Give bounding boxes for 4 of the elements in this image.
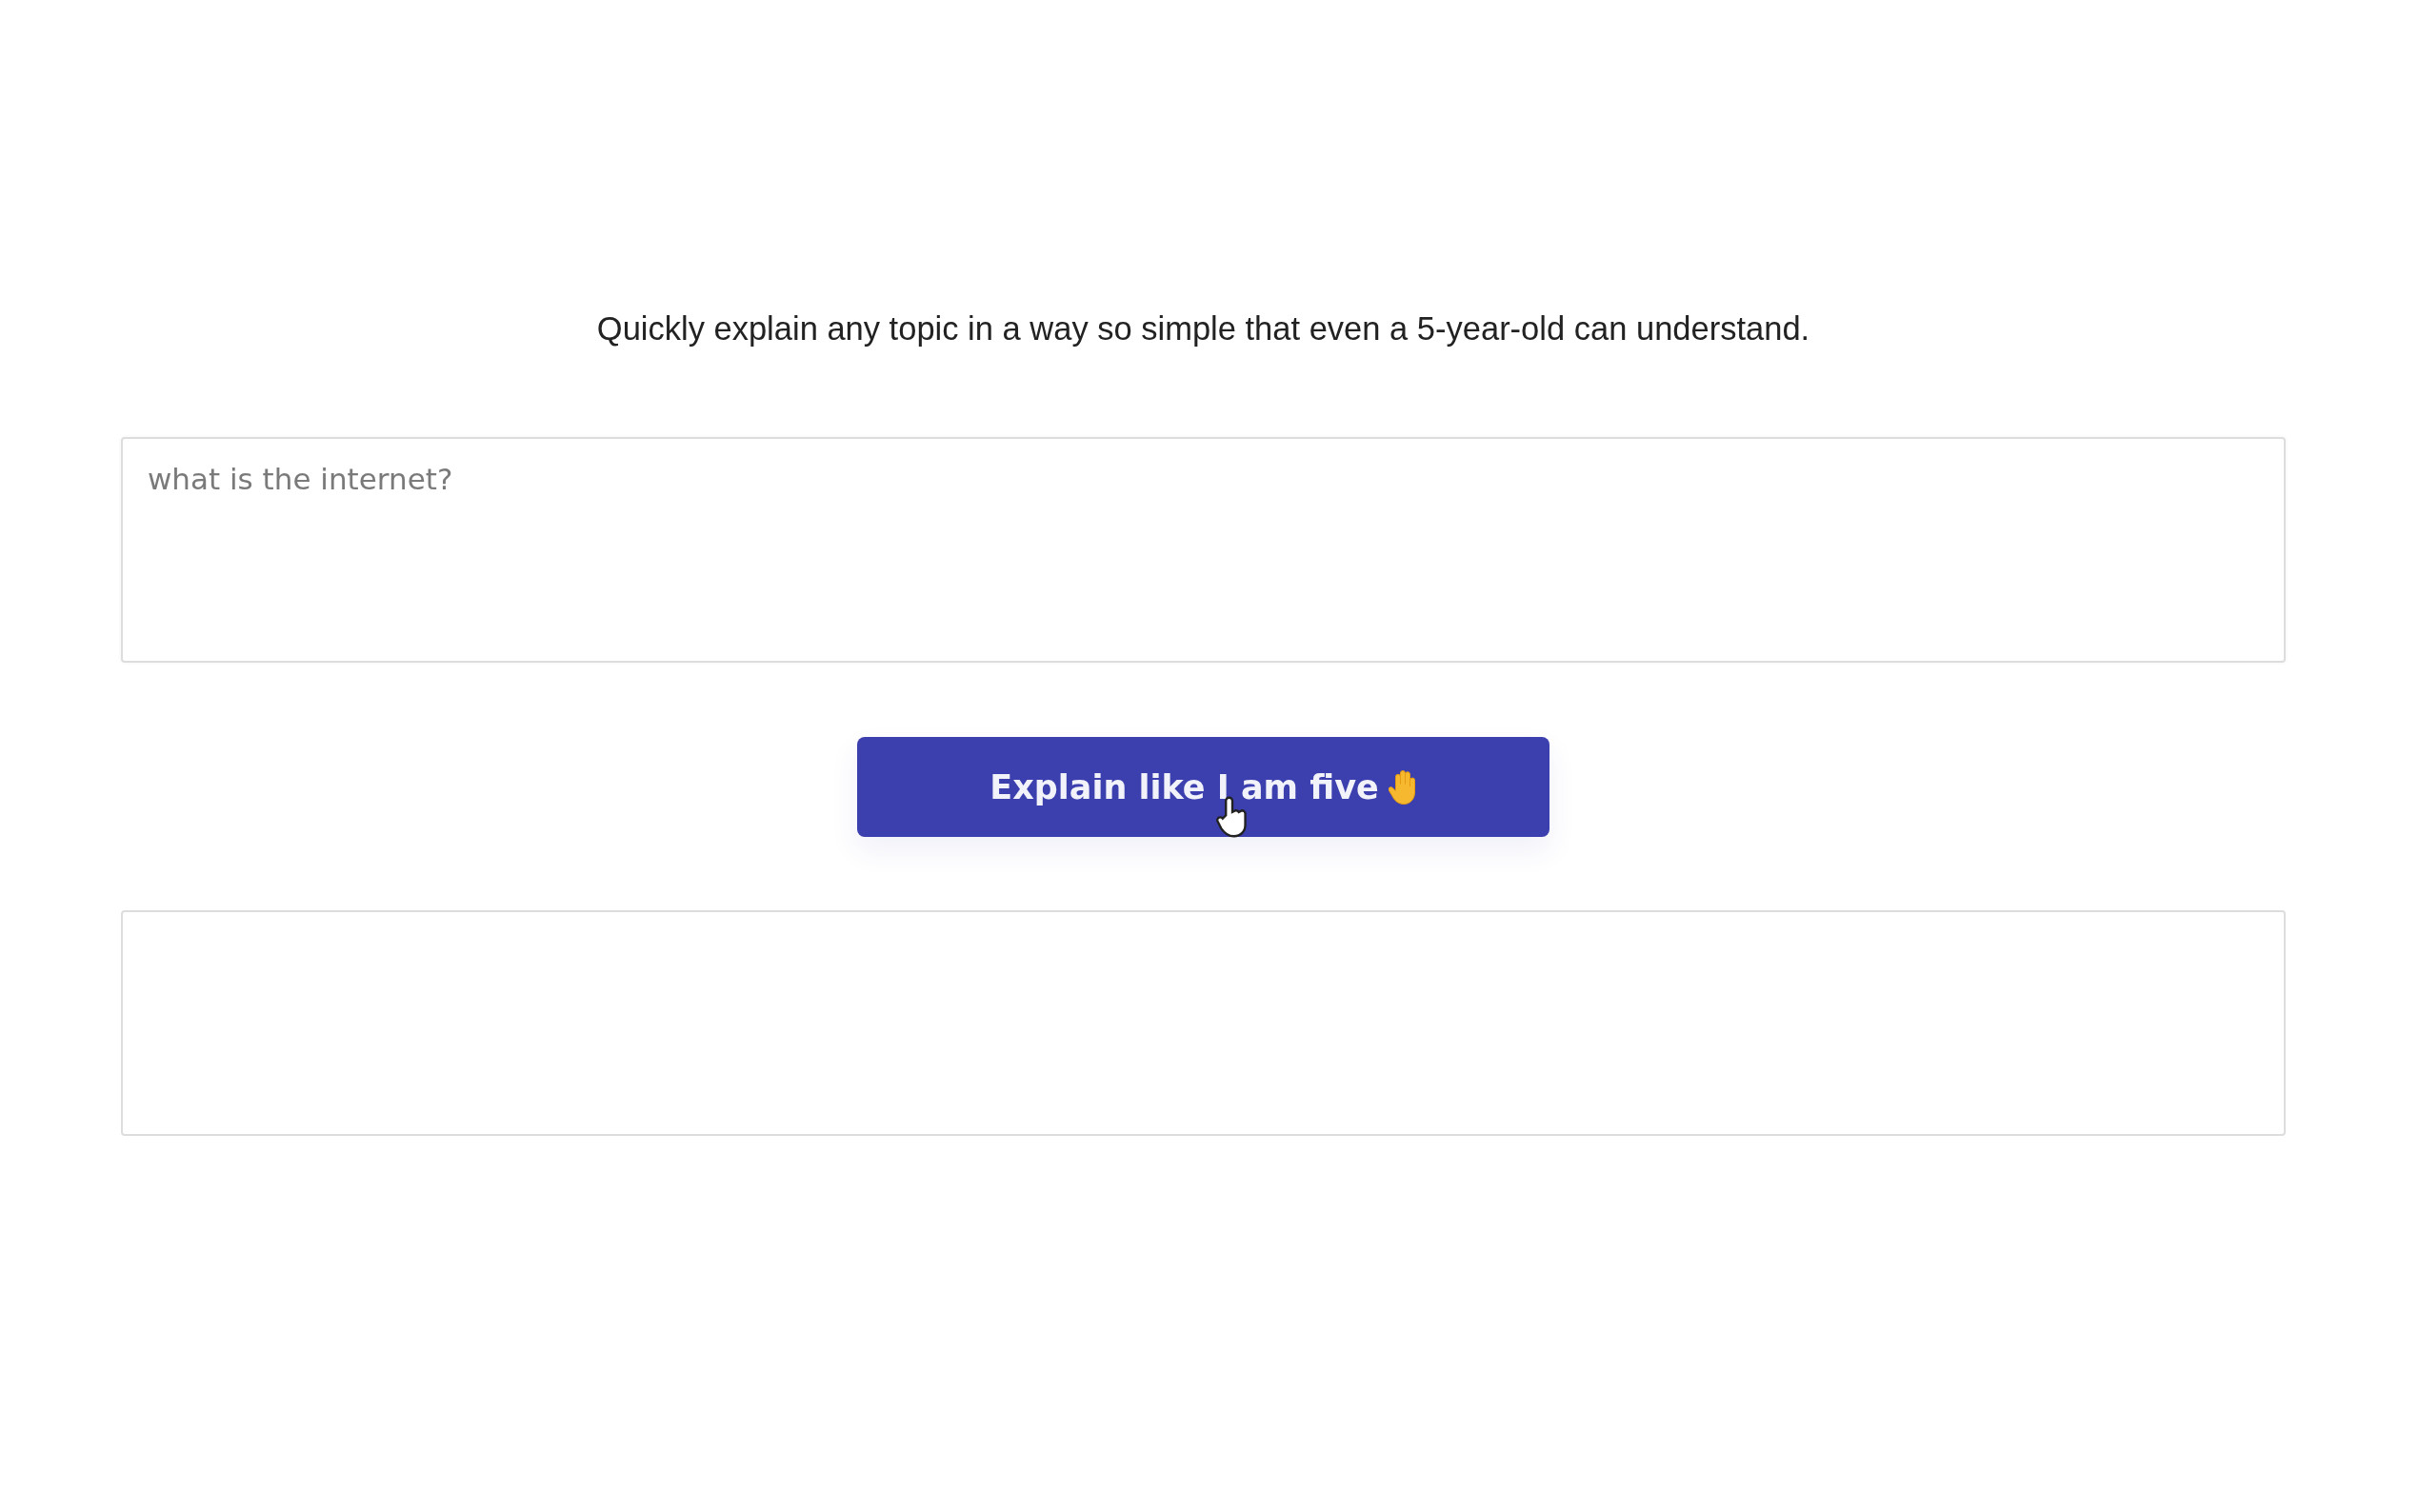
raised-hand-icon: [1388, 768, 1417, 806]
description-text: Quickly explain any topic in a way so simple that even a 5-year-old can understand.: [595, 310, 1811, 348]
question-field[interactable]: what is the internet?: [121, 437, 2286, 663]
explain-button[interactable]: Explain like I am five: [857, 737, 1549, 837]
